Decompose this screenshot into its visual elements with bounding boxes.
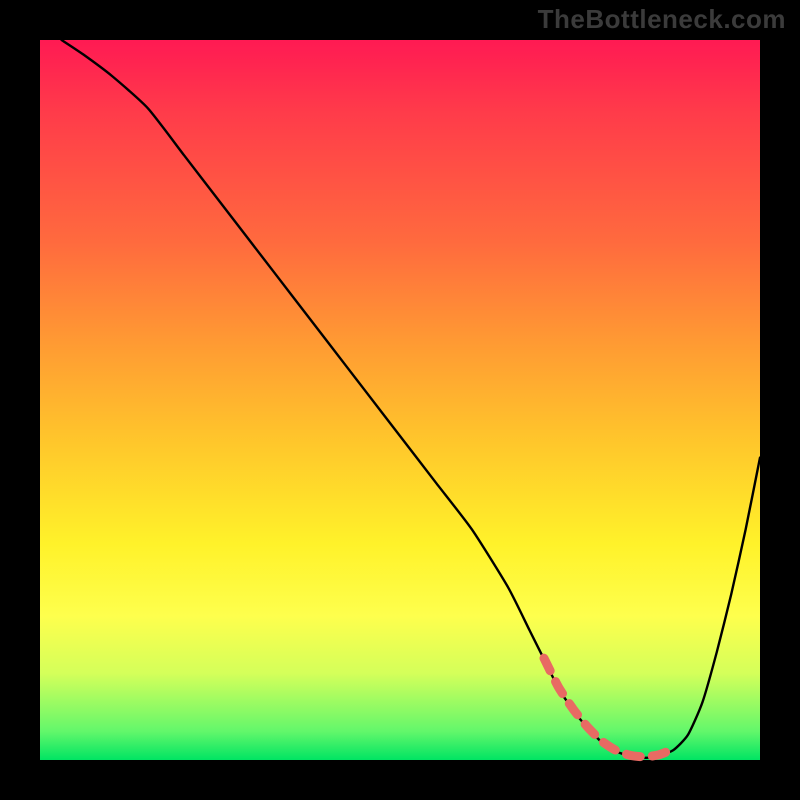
plot-outer — [40, 40, 760, 760]
watermark-text: TheBottleneck.com — [538, 4, 786, 35]
bottleneck-curve-line — [62, 40, 760, 758]
flat-region-dashes — [544, 658, 674, 757]
chart-frame: TheBottleneck.com — [0, 0, 800, 800]
bottleneck-curve-svg — [40, 40, 760, 760]
